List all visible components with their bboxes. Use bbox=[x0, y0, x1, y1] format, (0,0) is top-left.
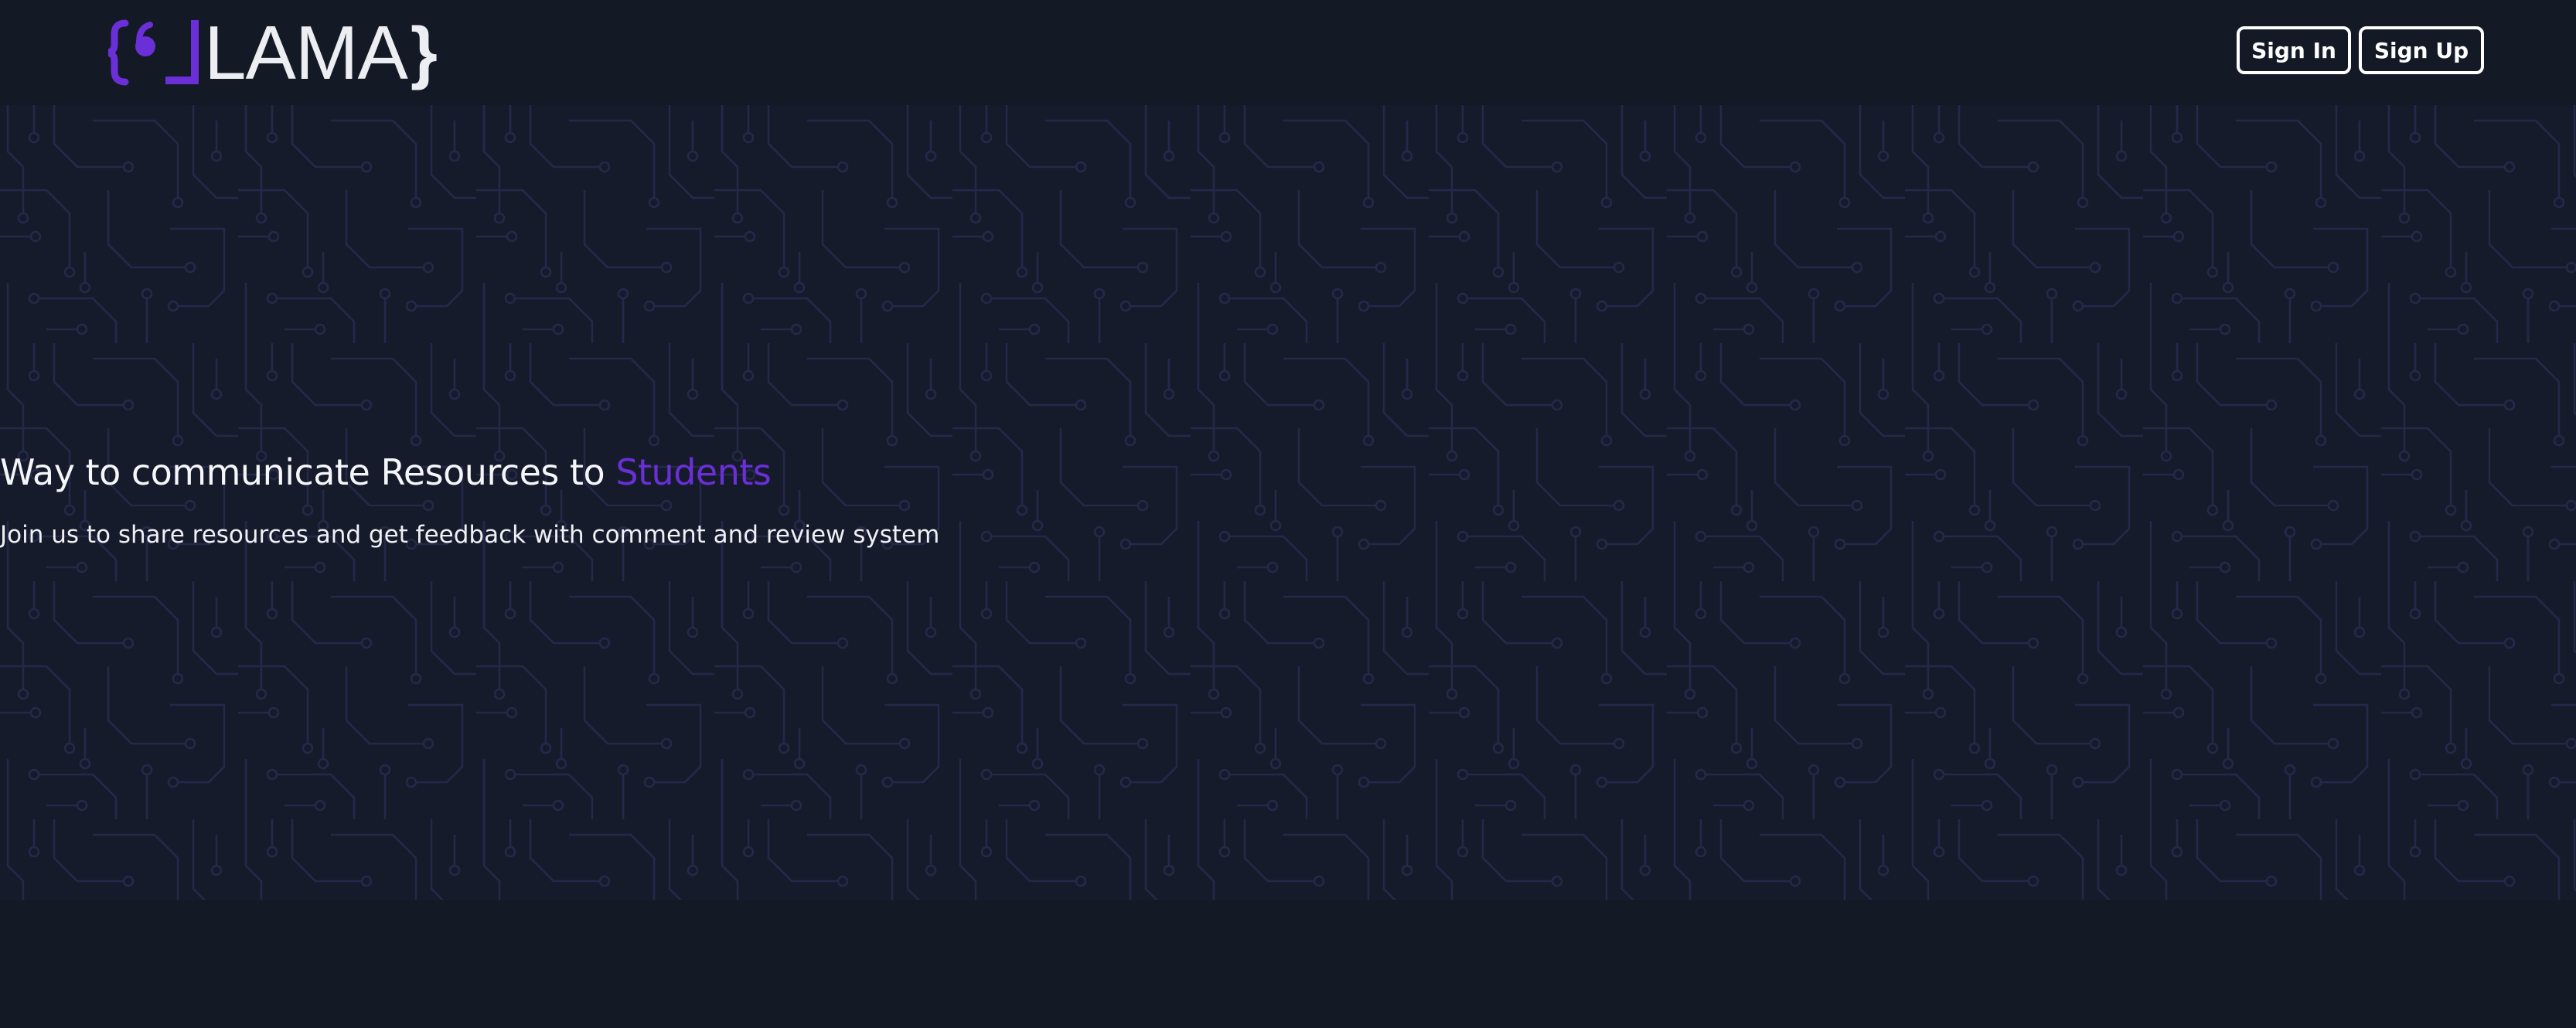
logo-text: LAMA bbox=[204, 10, 408, 95]
auth-buttons: Sign In Sign Up bbox=[2237, 26, 2484, 74]
circuit-background-pattern bbox=[0, 105, 2576, 900]
sign-up-button[interactable]: Sign Up bbox=[2359, 26, 2484, 74]
hero-section: Way to communicate Resources to Students… bbox=[0, 105, 2576, 900]
hero-title-accent: Students bbox=[615, 451, 772, 493]
app-logo[interactable]: LAMA } bbox=[108, 14, 438, 91]
hero-subtitle: Join us to share resources and get feedb… bbox=[0, 521, 940, 549]
logo-mark-icon bbox=[108, 19, 199, 86]
sign-in-button[interactable]: Sign In bbox=[2237, 26, 2351, 74]
hero-title: Way to communicate Resources to Students bbox=[0, 451, 772, 493]
top-header: LAMA } Sign In Sign Up bbox=[0, 0, 2576, 105]
logo-brace: } bbox=[410, 14, 438, 91]
hero-title-main: Way to communicate Resources to bbox=[0, 451, 616, 493]
